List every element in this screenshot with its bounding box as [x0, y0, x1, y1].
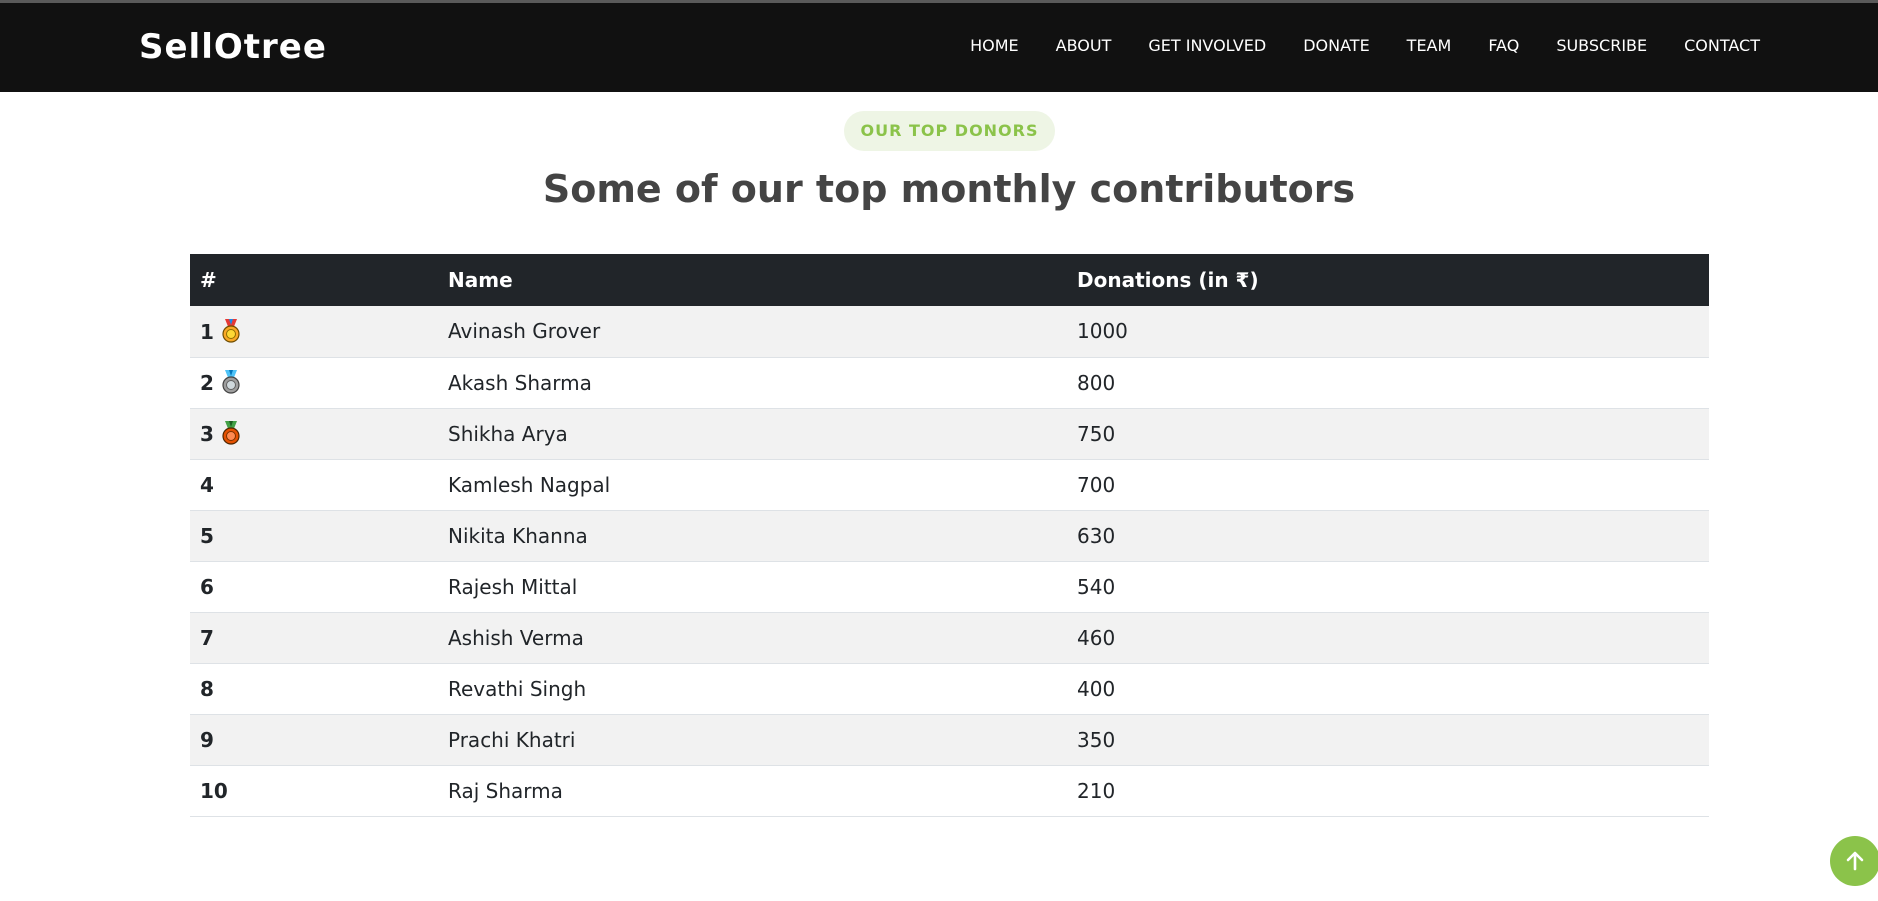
nav-donate[interactable]: DONATE	[1303, 36, 1369, 55]
rank-cell: 5	[190, 510, 438, 562]
table-row: 6 Rajesh Mittal 540	[190, 561, 1709, 613]
table-header-row: # Name Donations (in ₹)	[190, 254, 1709, 306]
nav-faq[interactable]: FAQ	[1488, 36, 1519, 55]
table-row: 2 Akash Sharma 800	[190, 357, 1709, 409]
rank-cell: 4	[190, 459, 438, 511]
table-row: 10 Raj Sharma 210	[190, 765, 1709, 817]
amount-cell: 750	[1067, 408, 1709, 460]
name-cell: Revathi Singh	[438, 663, 1067, 715]
name-cell: Akash Sharma	[438, 357, 1067, 409]
nav-team[interactable]: TEAM	[1407, 36, 1452, 55]
amount-cell: 460	[1067, 612, 1709, 664]
nav-contact[interactable]: CONTACT	[1684, 36, 1760, 55]
back-to-top-button[interactable]	[1830, 836, 1878, 886]
nav-get-involved[interactable]: GET INVOLVED	[1148, 36, 1266, 55]
name-cell: Prachi Khatri	[438, 714, 1067, 766]
amount-cell: 210	[1067, 765, 1709, 817]
table-row: 3 Shikha Arya 750	[190, 408, 1709, 460]
rank-cell: 1	[190, 306, 438, 358]
col-header-donations: Donations (in ₹)	[1067, 254, 1709, 306]
name-cell: Raj Sharma	[438, 765, 1067, 817]
donors-table: # Name Donations (in ₹) 1 Avinash Grover…	[190, 254, 1709, 817]
gold-medal-icon	[222, 318, 240, 343]
arrow-up-icon	[1846, 851, 1864, 871]
rank-cell: 2	[190, 357, 438, 409]
rank-number: 2	[200, 371, 214, 395]
rank-cell: 3	[190, 408, 438, 460]
site-header: SellOtree HOME ABOUT GET INVOLVED DONATE…	[0, 3, 1878, 92]
amount-cell: 700	[1067, 459, 1709, 511]
amount-cell: 350	[1067, 714, 1709, 766]
amount-cell: 1000	[1067, 306, 1709, 358]
table-row: 4 Kamlesh Nagpal 700	[190, 459, 1709, 511]
rank-cell: 6	[190, 561, 438, 613]
table-row: 5 Nikita Khanna 630	[190, 510, 1709, 562]
main-nav: HOME ABOUT GET INVOLVED DONATE TEAM FAQ …	[933, 36, 1760, 55]
col-header-rank: #	[190, 254, 438, 306]
name-cell: Rajesh Mittal	[438, 561, 1067, 613]
rank-number: 3	[200, 422, 214, 446]
site-logo[interactable]: SellOtree	[139, 27, 327, 67]
name-cell: Nikita Khanna	[438, 510, 1067, 562]
section-badge: OUR TOP DONORS	[844, 111, 1055, 151]
bronze-medal-icon	[222, 421, 240, 445]
rank-number: 1	[200, 319, 214, 344]
nav-home[interactable]: HOME	[970, 36, 1019, 55]
table-row: 8 Revathi Singh 400	[190, 663, 1709, 715]
name-cell: Avinash Grover	[438, 306, 1067, 358]
rank-cell: 10	[190, 765, 438, 817]
nav-about[interactable]: ABOUT	[1056, 36, 1112, 55]
silver-medal-icon	[222, 370, 240, 394]
nav-subscribe[interactable]: SUBSCRIBE	[1556, 36, 1647, 55]
name-cell: Shikha Arya	[438, 408, 1067, 460]
table-row: 7 Ashish Verma 460	[190, 612, 1709, 664]
rank-cell: 9	[190, 714, 438, 766]
col-header-name: Name	[438, 254, 1067, 306]
name-cell: Kamlesh Nagpal	[438, 459, 1067, 511]
section-title: Some of our top monthly contributors	[542, 167, 1356, 211]
rank-cell: 8	[190, 663, 438, 715]
amount-cell: 800	[1067, 357, 1709, 409]
rank-cell: 7	[190, 612, 438, 664]
table-row: 9 Prachi Khatri 350	[190, 714, 1709, 766]
table-row: 1 Avinash Grover 1000	[190, 306, 1709, 358]
amount-cell: 540	[1067, 561, 1709, 613]
amount-cell: 630	[1067, 510, 1709, 562]
name-cell: Ashish Verma	[438, 612, 1067, 664]
amount-cell: 400	[1067, 663, 1709, 715]
